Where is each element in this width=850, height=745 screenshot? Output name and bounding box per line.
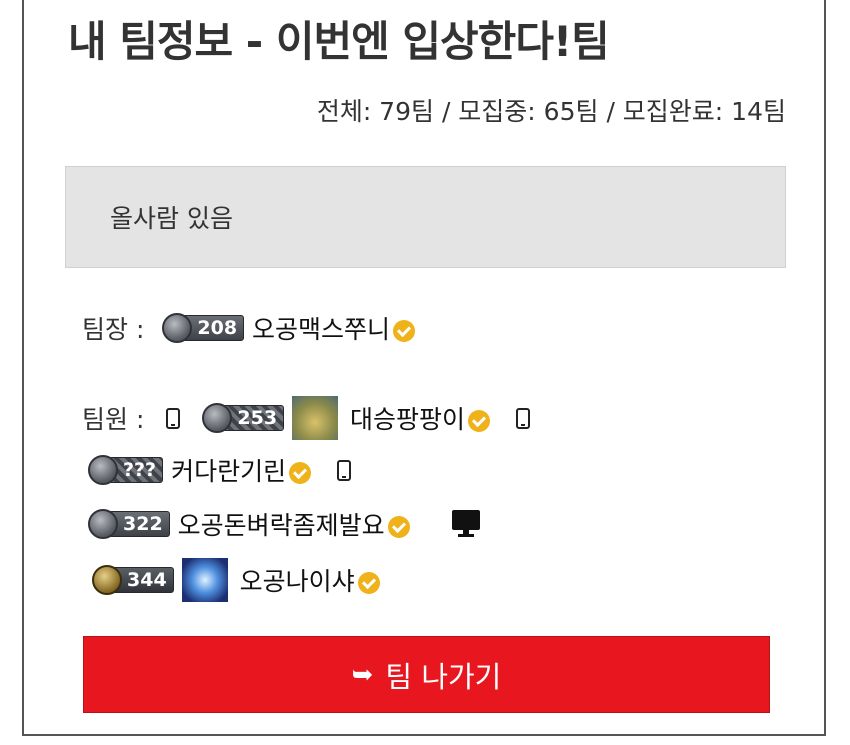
team-info-panel: 내 팀정보 - 이번엔 입상한다!팀 전체: 79팀 / 모집중: 65팀 / …	[22, 0, 826, 736]
team-description: 올사람 있음	[110, 204, 233, 233]
member-row: 344 오공나이샤	[92, 558, 380, 602]
rank-emblem-icon	[92, 565, 122, 595]
level-badge: 208	[162, 313, 245, 343]
member-row: 팀원 : 253 대승팡팡이	[82, 396, 552, 440]
verified-icon	[289, 462, 312, 484]
level-badge: 322	[88, 509, 170, 539]
level-badge: 253	[202, 403, 285, 433]
avatar	[181, 558, 228, 602]
level-badge: ???	[88, 455, 164, 485]
leader-row: 팀장 : 208 오공맥스쭈니	[82, 310, 416, 346]
page-title: 내 팀정보 - 이번엔 입상한다!팀	[68, 17, 610, 66]
member-row: ??? 커다란기린	[88, 452, 373, 488]
member-row: 322 오공돈벼락좀제발요	[88, 506, 480, 542]
member-name[interactable]: 오공나이샤	[240, 562, 355, 598]
team-description-box: 올사람 있음	[65, 166, 786, 268]
desktop-icon	[451, 510, 480, 538]
member-name[interactable]: 커다란기린	[171, 452, 286, 488]
member-name[interactable]: 오공돈벼락좀제발요	[178, 506, 385, 542]
phone-icon	[516, 407, 531, 429]
members-label: 팀원 :	[82, 405, 145, 434]
verified-icon	[393, 320, 416, 342]
phone-icon	[337, 459, 352, 481]
verified-icon	[387, 516, 410, 538]
rank-emblem-icon	[88, 509, 118, 539]
rank-emblem-icon	[88, 455, 118, 485]
leader-name[interactable]: 오공맥스쭈니	[252, 310, 390, 346]
sign-out-icon: ➥	[351, 659, 374, 690]
leader-label: 팀장 :	[82, 315, 145, 344]
leave-team-label: 팀 나가기	[385, 659, 502, 694]
leave-team-button[interactable]: ➥ 팀 나가기	[83, 636, 770, 713]
verified-icon	[357, 572, 380, 594]
phone-icon	[166, 407, 181, 429]
verified-icon	[468, 410, 491, 432]
avatar	[292, 396, 339, 440]
level-badge: 344	[92, 565, 174, 595]
team-stats: 전체: 79팀 / 모집중: 65팀 / 모집완료: 14팀	[316, 97, 786, 126]
member-name[interactable]: 대승팡팡이	[350, 400, 465, 436]
